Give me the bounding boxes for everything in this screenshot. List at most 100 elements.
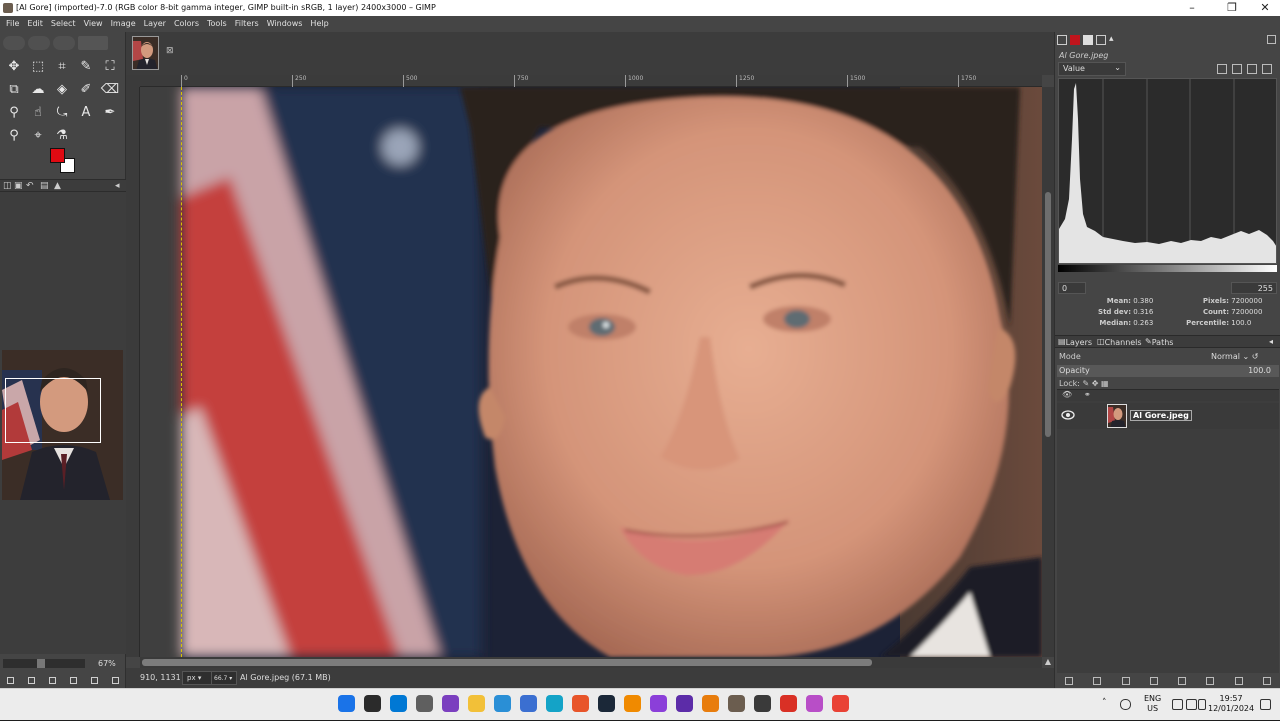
menu-help[interactable]: Help — [306, 16, 332, 32]
menu-windows[interactable]: Windows — [263, 16, 307, 32]
windows-start-icon[interactable] — [338, 695, 355, 712]
gradient-preview[interactable] — [53, 36, 75, 50]
visual-studio-icon[interactable] — [442, 695, 459, 712]
edge-icon[interactable] — [546, 695, 563, 712]
histogram-tab-icon[interactable] — [1083, 35, 1093, 45]
language-indicator[interactable]: ENG US — [1144, 694, 1161, 714]
store-icon[interactable] — [390, 695, 407, 712]
notepad-icon[interactable] — [494, 695, 511, 712]
lock-pixels-icon[interactable]: ✎ — [1082, 379, 1089, 388]
blender-icon[interactable] — [702, 695, 719, 712]
zoom-out-button[interactable] — [7, 676, 14, 684]
raise-layer-button[interactable] — [1121, 676, 1130, 685]
menu-filters[interactable]: Filters — [231, 16, 263, 32]
lock-position-icon[interactable]: ✥ — [1092, 379, 1099, 388]
opacity-value[interactable]: 100.0 — [1248, 366, 1271, 375]
navigate-image-icon[interactable]: ▲ — [1042, 657, 1054, 668]
app-purple-icon[interactable] — [650, 695, 667, 712]
image-tab[interactable] — [132, 36, 159, 70]
menu-colors[interactable]: Colors — [170, 16, 203, 32]
bucket-fill-tool-icon[interactable]: ◈ — [50, 78, 74, 101]
chrome-icon[interactable] — [832, 695, 849, 712]
opacity-slider[interactable]: Opacity 100.0 — [1057, 365, 1279, 377]
histogram-channel-select[interactable]: Value ⌄ — [1058, 62, 1126, 76]
menu-tools[interactable]: Tools — [203, 16, 231, 32]
clock[interactable]: 19:57 12/01/2024 — [1208, 694, 1254, 714]
device-status-tab-icon[interactable]: ▣ — [14, 181, 23, 191]
quick-mask-corner[interactable] — [126, 75, 140, 87]
text-tool-icon[interactable]: A — [74, 101, 98, 124]
layers-tab-menu-icon[interactable]: ◂ — [1269, 337, 1273, 346]
app-dark-icon[interactable] — [754, 695, 771, 712]
menu-layer[interactable]: Layer — [140, 16, 170, 32]
steam-icon[interactable] — [598, 695, 615, 712]
menu-image[interactable]: Image — [107, 16, 140, 32]
file-explorer-icon[interactable] — [468, 695, 485, 712]
brushes-tab-icon[interactable] — [1096, 35, 1106, 45]
menu-view[interactable]: View — [80, 16, 107, 32]
horizontal-ruler[interactable]: 0 250 500 750 1000 1250 1500 1750 — [140, 75, 1042, 87]
delete-layer-button[interactable] — [1262, 676, 1271, 685]
dock-menu-icon[interactable] — [1267, 35, 1276, 44]
vertical-ruler[interactable] — [126, 87, 140, 657]
colors-tab-icon[interactable] — [1070, 35, 1080, 45]
color-picker-tool-icon[interactable]: ✒ — [98, 101, 122, 124]
clone-tool-icon[interactable]: ⚲ — [2, 101, 26, 124]
brush-preview[interactable] — [3, 36, 25, 50]
fit-window-button[interactable] — [91, 676, 98, 684]
histogram-graph[interactable] — [1058, 78, 1277, 264]
lock-alpha-icon[interactable]: ▦ — [1101, 379, 1109, 388]
navigation-preview[interactable] — [2, 350, 123, 500]
fuzzy-select-tool-icon[interactable]: ✎ — [74, 55, 98, 78]
unit-select[interactable]: px ▾ — [182, 671, 212, 685]
whiteboard-icon[interactable] — [520, 695, 537, 712]
unified-transform-tool-icon[interactable]: ⧉ — [2, 78, 26, 101]
minimize-button[interactable]: – — [1175, 0, 1209, 16]
gimp-icon[interactable] — [728, 695, 745, 712]
fg-bg-colors[interactable] — [50, 148, 78, 174]
battery-icon[interactable] — [1198, 699, 1206, 710]
warp-tool-icon[interactable]: ☁ — [26, 78, 50, 101]
log-scale-icon[interactable] — [1232, 64, 1242, 74]
zoom-in-button[interactable] — [28, 676, 35, 684]
eraser-tool-icon[interactable]: ⌫ — [98, 78, 122, 101]
navigation-zoom-slider[interactable] — [3, 659, 85, 668]
horizontal-scroll-thumb[interactable] — [142, 659, 872, 666]
histogram-gradient[interactable] — [1058, 265, 1277, 272]
app-violet-icon[interactable] — [676, 695, 693, 712]
tab-menu-icon[interactable]: ◂ — [115, 181, 120, 191]
crop-frame-tool-icon[interactable]: ⛶ — [98, 55, 122, 78]
image-tab-close-icon[interactable]: ⊠ — [166, 46, 174, 56]
range-min-input[interactable]: 0 — [1058, 282, 1086, 294]
new-group-button[interactable] — [1093, 676, 1102, 685]
vlc-icon[interactable] — [624, 695, 641, 712]
tab-layers[interactable]: ▤ Layers — [1058, 337, 1092, 347]
pointer-tab-icon[interactable]: ▴ — [1109, 35, 1119, 45]
menu-select[interactable]: Select — [47, 16, 80, 32]
brave-icon[interactable] — [572, 695, 589, 712]
navigation-viewport-rect[interactable] — [5, 378, 101, 443]
layer-row[interactable]: Al Gore.jpeg — [1057, 403, 1279, 429]
menu-file[interactable]: File — [0, 16, 23, 32]
maximize-button[interactable]: ❐ — [1215, 0, 1249, 16]
lower-layer-button[interactable] — [1149, 676, 1158, 685]
vertical-scroll-thumb[interactable] — [1045, 192, 1051, 437]
chevron-up-icon[interactable]: ˄ — [1102, 698, 1107, 708]
tool-options-tab-icon[interactable]: ◫ — [3, 181, 12, 191]
close-window-button[interactable]: ✕ — [1248, 0, 1280, 16]
color-app-icon[interactable] — [806, 695, 823, 712]
zoom-select[interactable]: 66.7 ▾ — [211, 671, 237, 685]
mode-select[interactable]: Normal ⌄ ↺ — [1211, 352, 1258, 361]
tab-paths[interactable]: ✎ Paths — [1145, 337, 1173, 347]
font-preview[interactable] — [78, 36, 108, 50]
clock-app-icon[interactable] — [416, 695, 433, 712]
navigation-tab-icon[interactable]: ▲ — [54, 181, 61, 191]
measure-tool-icon[interactable]: ⌖ — [26, 124, 50, 147]
smudge-tool-icon[interactable]: ☝ — [26, 101, 50, 124]
network-icon[interactable] — [1172, 699, 1183, 710]
layer-visibility-icon[interactable] — [1061, 409, 1075, 421]
shrink-wrap-button[interactable] — [112, 676, 119, 684]
horizontal-scrollbar[interactable] — [140, 657, 1042, 668]
layer-name[interactable]: Al Gore.jpeg — [1130, 410, 1192, 421]
paintbrush-tool-icon[interactable]: ✐ — [74, 78, 98, 101]
